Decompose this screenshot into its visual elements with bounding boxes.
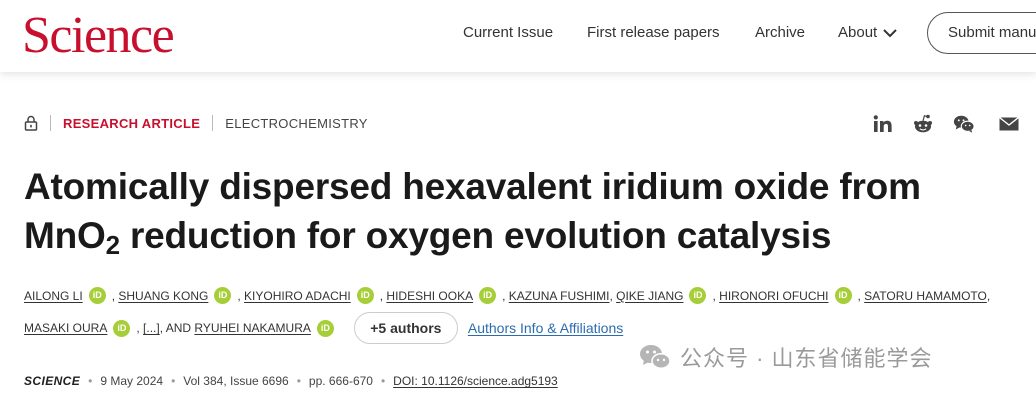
orcid-icon[interactable]: iD [316,319,334,337]
orcid-icon[interactable]: iD [356,287,374,304]
orcid-icon[interactable]: iD [214,287,232,304]
journal-name[interactable]: SCIENCE [24,374,80,388]
wechat-icon [640,345,671,369]
author-link[interactable]: HIDESHI OOKA [386,289,473,303]
authors-info-affiliations-link[interactable]: Authors Info & Affiliations [468,320,623,336]
publication-date: 9 May 2024 [100,374,164,388]
separator-dot: • [88,374,93,388]
separator-dot: • [296,374,301,388]
science-logo[interactable]: Science [22,6,175,66]
wechat-icon[interactable] [953,113,975,135]
more-authors-button[interactable]: +5 authors [353,312,458,344]
authors-list-continued: MASAKI OURA iD , [...] , AND RYUHEI NAKA… [24,312,1024,344]
divider [212,115,214,131]
title-line-2: reduction for oxygen evolution catalysis [119,215,832,256]
author-link[interactable]: KIYOHIRO ADACHI [244,289,351,303]
title-formula: MnO [24,215,106,256]
volume-issue: Vol 384, Issue 6696 [183,374,289,388]
divider [50,115,51,131]
doi-link[interactable]: DOI: 10.1126/science.adg5193 [393,374,558,388]
article-meta-row: RESEARCH ARTICLE ELECTROCHEMISTRY [24,113,368,133]
comma: , [136,321,144,335]
comma: , [712,288,720,303]
reddit-icon[interactable] [912,113,934,135]
wechat-watermark: 公众号 · 山东省储能学会 [638,341,933,373]
author-link[interactable]: RYUHEI NAKAMURA [194,321,310,335]
nav-current-issue[interactable]: Current Issue [463,22,553,44]
author-link[interactable]: HIRONORI OFUCHI [719,289,828,303]
ellipsis-link[interactable]: [...] [143,321,160,335]
orcid-icon[interactable]: iD [113,319,131,337]
author-link[interactable]: QIKE JIANG [616,289,683,303]
separator-dot: • [171,374,176,388]
watermark-text: 公众号 · 山东省储能学会 [680,346,933,371]
comma: , [609,288,617,303]
orcid-icon[interactable]: iD [479,287,497,304]
comma: , [986,288,991,303]
orcid-icon[interactable]: iD [834,287,852,304]
separator-dot: • [380,374,386,388]
title-subscript: 2 [105,230,120,260]
article-type-link[interactable]: RESEARCH ARTICLE [63,116,200,131]
author-link[interactable]: MASAKI OURA [24,321,107,335]
subject-link[interactable]: ELECTROCHEMISTRY [225,116,368,131]
nav-first-release-papers[interactable]: First release papers [587,22,720,44]
orcid-icon[interactable]: iD [88,287,106,304]
nav-archive[interactable]: Archive [755,22,805,44]
author-link[interactable]: SHUANG KONG [118,289,208,303]
chevron-down-icon [883,29,897,38]
author-link[interactable]: KAZUNA FUSHIMI [509,289,610,303]
page-range: pp. 666-670 [308,374,373,388]
orcid-icon[interactable]: iD [689,287,707,304]
lock-icon [24,115,38,131]
citation-row: SCIENCE • 9 May 2024 • Vol 384, Issue 66… [24,374,558,388]
linkedin-icon[interactable] [872,113,894,135]
author-link[interactable]: SATORU HAMAMOTO [864,289,987,303]
comma: , [502,288,509,303]
authors-list: AILONG LI iD , SHUANG KONG iD , KIYOHIRO… [24,287,1024,304]
nav-about-label: About [838,24,878,41]
comma: , [111,288,119,303]
comma: , [379,288,387,303]
nav-about[interactable]: About [838,22,897,44]
title-line-1: Atomically dispersed hexavalent iridium … [24,166,921,207]
site-header: Science Current Issue First release pape… [0,0,1036,72]
email-icon[interactable] [998,113,1020,135]
submit-manuscript-button[interactable]: Submit manuscript [927,12,1036,54]
author-link[interactable]: AILONG LI [24,289,83,303]
comma: , [237,288,245,303]
article-title: Atomically dispersed hexavalent iridium … [24,162,1004,260]
comma: , [857,288,865,303]
and-label: , AND [159,321,192,335]
